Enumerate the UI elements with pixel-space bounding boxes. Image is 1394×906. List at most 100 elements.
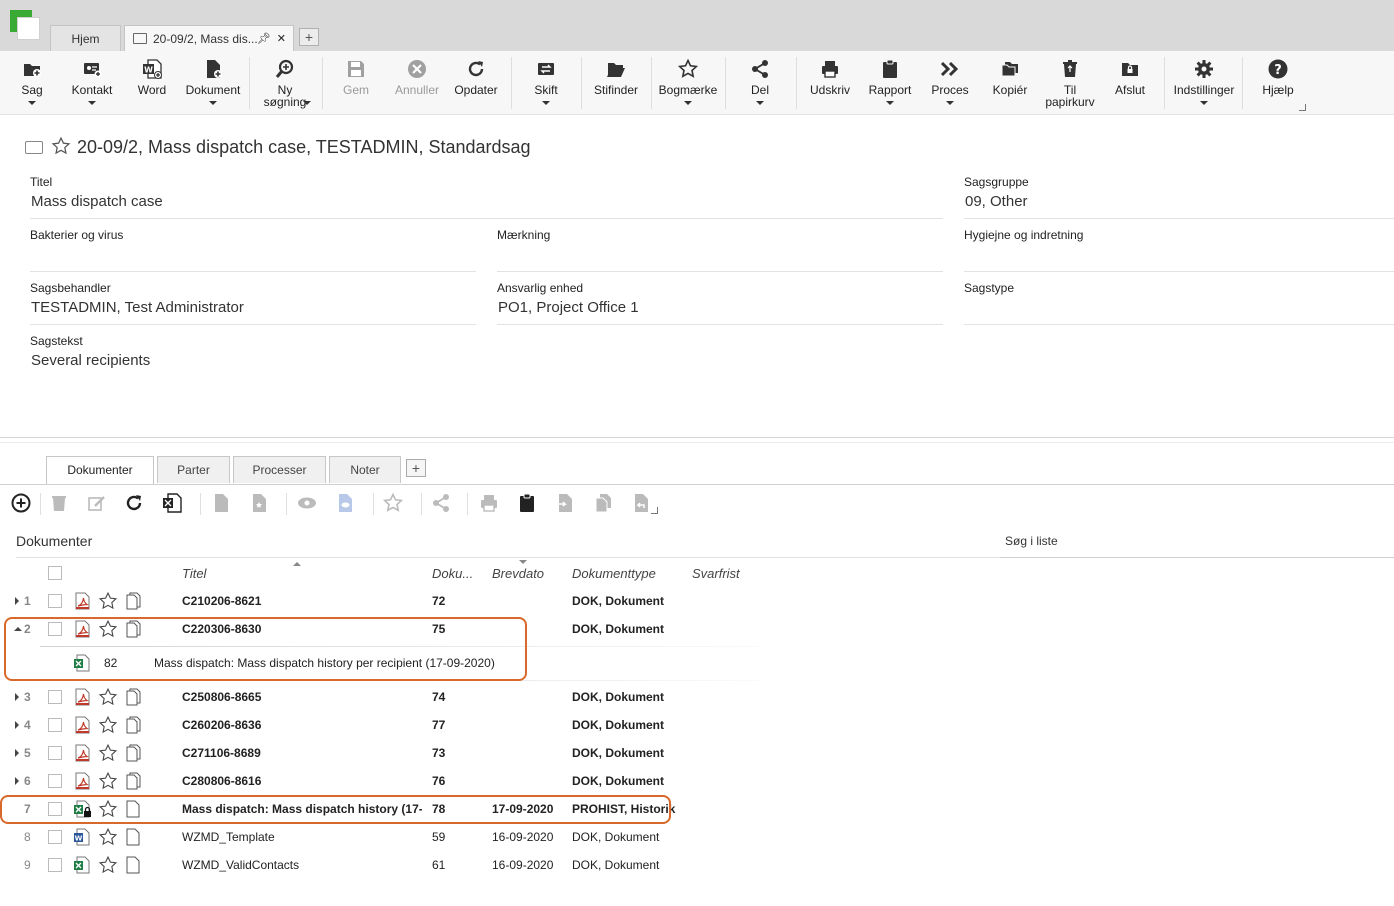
select-all-checkbox[interactable] bbox=[48, 566, 62, 580]
stifinder-button[interactable]: Stifinder bbox=[588, 51, 644, 115]
star-icon[interactable] bbox=[98, 591, 118, 611]
star-icon[interactable] bbox=[98, 743, 118, 763]
field-value[interactable]: TESTADMIN, Test Administrator bbox=[30, 297, 476, 325]
tab-home[interactable]: Hjem bbox=[50, 25, 121, 51]
row-checkbox[interactable] bbox=[48, 594, 62, 608]
indstillinger-button[interactable]: Indstillinger bbox=[1168, 51, 1240, 115]
field-label: Ansvarlig enhed bbox=[497, 281, 584, 295]
field-value[interactable] bbox=[964, 297, 1394, 325]
edit-icon[interactable] bbox=[87, 493, 107, 513]
del-label: Del bbox=[750, 83, 769, 97]
del-button[interactable]: Del bbox=[736, 51, 784, 115]
row-checkbox[interactable] bbox=[48, 830, 62, 844]
row-checkbox[interactable] bbox=[48, 746, 62, 760]
share-icon[interactable] bbox=[431, 493, 451, 513]
folder-plus-icon bbox=[24, 64, 41, 77]
column-header-dokumenttype[interactable]: Dokumenttype bbox=[572, 566, 656, 581]
rapport-button[interactable]: Rapport bbox=[862, 51, 918, 115]
annuller-button[interactable]: Annuller bbox=[388, 51, 446, 115]
hjaelp-button[interactable]: ? Hjælp bbox=[1252, 51, 1304, 115]
field-value[interactable] bbox=[30, 244, 476, 272]
table-row[interactable]: 4 C260206-8636 77 DOK, Dokument bbox=[0, 711, 1394, 739]
til-papirkurv-button[interactable]: Til papirkurv bbox=[1040, 51, 1100, 115]
word-file-icon: W bbox=[74, 828, 90, 846]
star-icon[interactable] bbox=[98, 855, 118, 875]
expand-icon[interactable] bbox=[15, 749, 19, 757]
column-header-brevdato[interactable]: Brevdato bbox=[492, 566, 544, 581]
toolbar-expand-icon[interactable] bbox=[651, 507, 658, 514]
star-icon[interactable] bbox=[383, 493, 403, 513]
tab-case-label: 20-09/2, Mass dis... bbox=[153, 32, 258, 46]
kopier-button[interactable]: Kopiér bbox=[982, 51, 1038, 115]
add-tab-button[interactable]: + bbox=[406, 459, 426, 477]
search-input[interactable]: Søg i liste bbox=[1005, 534, 1058, 548]
proces-button[interactable]: Proces bbox=[922, 51, 978, 115]
help-icon: ? bbox=[1268, 59, 1288, 79]
move-document-icon[interactable] bbox=[555, 493, 575, 513]
table-row[interactable]: 5 C271106-8689 73 DOK, Dokument bbox=[0, 739, 1394, 767]
row-checkbox[interactable] bbox=[48, 690, 62, 704]
row-checkbox[interactable] bbox=[48, 718, 62, 732]
afslut-button[interactable]: Afslut bbox=[1104, 51, 1156, 115]
star-icon[interactable] bbox=[98, 687, 118, 707]
kontakt-button[interactable]: Kontakt bbox=[64, 51, 120, 115]
new-tab-button[interactable]: + bbox=[299, 28, 319, 46]
table-row[interactable]: 1 C210206-8621 72 DOK, Dokument bbox=[0, 587, 1394, 615]
star-icon[interactable] bbox=[98, 827, 118, 847]
gem-button[interactable]: Gem bbox=[332, 51, 380, 115]
table-row[interactable]: 3 C250806-8665 74 DOK, Dokument bbox=[0, 683, 1394, 711]
expand-icon[interactable] bbox=[15, 721, 19, 729]
column-header-titel[interactable]: Titel bbox=[182, 566, 206, 581]
bookmark-star-icon[interactable] bbox=[51, 136, 71, 156]
pin-icon[interactable]: 📌︎ bbox=[257, 26, 271, 52]
preview-icon[interactable] bbox=[297, 493, 317, 513]
field-value[interactable]: 09, Other bbox=[964, 191, 1394, 219]
tab-processer[interactable]: Processer bbox=[233, 456, 326, 483]
copy-document-icon[interactable] bbox=[593, 493, 613, 513]
ny-sogning-button[interactable]: Ny søgning bbox=[253, 51, 317, 115]
star-icon[interactable] bbox=[98, 771, 118, 791]
document-preview-icon[interactable] bbox=[335, 493, 355, 513]
table-row[interactable]: 9 WZMD_ValidContacts 61 16-09-2020 DOK, Doku… bbox=[0, 851, 1394, 879]
column-header-dok[interactable]: Doku... bbox=[432, 566, 473, 581]
refresh-icon[interactable] bbox=[124, 493, 144, 513]
word-button[interactable]: W Word bbox=[128, 51, 176, 115]
folder-icon bbox=[25, 141, 43, 154]
reply-document-icon[interactable] bbox=[631, 493, 651, 513]
row-checkbox[interactable] bbox=[48, 774, 62, 788]
document-star-icon[interactable] bbox=[249, 493, 269, 513]
row-checkbox[interactable] bbox=[48, 858, 62, 872]
add-icon[interactable] bbox=[11, 493, 31, 513]
udskriv-button[interactable]: Udskriv bbox=[804, 51, 856, 115]
tab-dokumenter[interactable]: Dokumenter bbox=[46, 456, 154, 484]
bogmaerke-button[interactable]: Bogmærke bbox=[656, 51, 720, 115]
field-label: Titel bbox=[30, 175, 53, 189]
column-header-svarfrist[interactable]: Svarfrist bbox=[692, 566, 740, 581]
expand-icon[interactable] bbox=[15, 777, 19, 785]
field-value[interactable]: PO1, Project Office 1 bbox=[497, 297, 943, 325]
tab-noter[interactable]: Noter bbox=[329, 456, 401, 483]
skift-button[interactable]: Skift bbox=[518, 51, 574, 115]
ribbon-separator bbox=[651, 57, 652, 109]
field-value[interactable]: Several recipients bbox=[30, 350, 943, 378]
sag-button[interactable]: Sag bbox=[8, 51, 56, 115]
excel-export-icon[interactable] bbox=[162, 493, 182, 513]
delete-icon[interactable] bbox=[49, 493, 69, 513]
dokument-button[interactable]: Dokument bbox=[180, 51, 246, 115]
field-value[interactable] bbox=[497, 244, 943, 272]
document-icon[interactable] bbox=[211, 493, 231, 513]
star-icon[interactable] bbox=[98, 715, 118, 735]
table-row[interactable]: 6 C280806-8616 76 DOK, Dokument bbox=[0, 767, 1394, 795]
field-value[interactable]: Mass dispatch case bbox=[30, 191, 943, 219]
table-row[interactable]: 8 W WZMD_Template 59 16-09-2020 DOK, Dokument bbox=[0, 823, 1394, 851]
field-value[interactable] bbox=[964, 244, 1394, 272]
expand-icon[interactable] bbox=[15, 597, 19, 605]
print-icon[interactable] bbox=[479, 493, 499, 513]
clipboard-icon[interactable] bbox=[517, 493, 537, 513]
doc-title: C210206-8621 bbox=[182, 594, 262, 608]
close-icon[interactable]: ✕ bbox=[277, 26, 286, 52]
expand-icon[interactable] bbox=[15, 693, 19, 701]
tab-case[interactable]: 20-09/2, Mass dis... 📌︎ ✕ bbox=[124, 25, 294, 51]
opdater-button[interactable]: Opdater bbox=[450, 51, 502, 115]
tab-parter[interactable]: Parter bbox=[157, 456, 230, 483]
